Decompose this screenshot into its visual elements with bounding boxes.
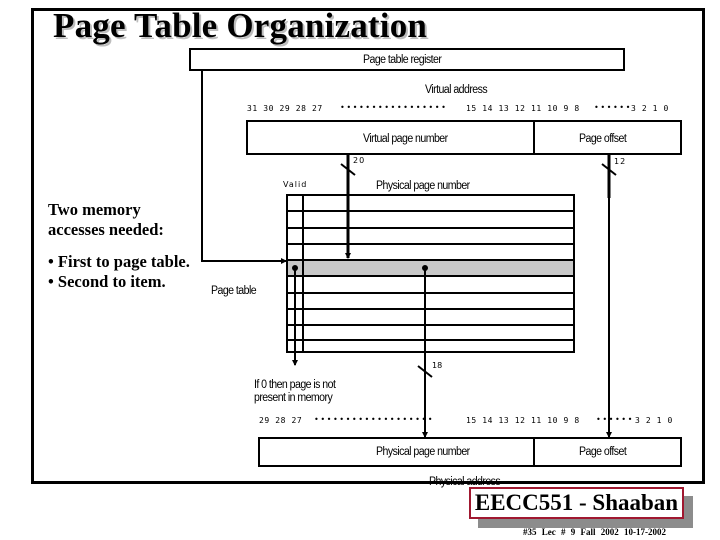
pa-bits-dots-left: ••••••••••••••••••• <box>314 415 435 424</box>
va-bits-dots-right: •••••• <box>594 103 632 112</box>
invalid-note-line1: If 0 then page is not <box>254 379 336 391</box>
course-brand: EECC551 - Shaaban <box>469 487 684 519</box>
notes-bullet2: • Second to item. <box>48 272 166 291</box>
offset-width-label: 12 <box>614 157 627 166</box>
pa-bits-middle: 15 14 13 12 11 10 9 8 <box>466 416 580 425</box>
virtual-address-label: Virtual address <box>425 84 488 96</box>
memory-access-notes: Two memory accesses needed: • First to p… <box>48 200 190 292</box>
valid-column-label: Valid <box>283 180 308 189</box>
page-table-caption: Page table <box>211 285 257 297</box>
pa-bits-high: 29 28 27 <box>259 416 303 425</box>
va-bits-middle: 15 14 13 12 11 10 9 8 <box>466 104 580 113</box>
page-table-highlight-row <box>287 260 574 276</box>
slide-footer: #35 Lec # 9 Fall 2002 10-17-2002 <box>523 527 666 537</box>
va-page-offset-label: Page offset <box>579 133 627 145</box>
virtual-page-number-label: Virtual page number <box>363 133 448 145</box>
pa-bits-dots-right: •••••• <box>596 415 634 424</box>
notes-bullet1: • First to page table. <box>48 252 190 271</box>
pa-page-offset-label: Page offset <box>579 446 627 458</box>
page-table-grid <box>286 194 575 353</box>
va-bits-high: 31 30 29 28 27 <box>247 104 323 113</box>
va-bits-low: 3 2 1 0 <box>631 104 669 113</box>
notes-line2: accesses needed: <box>48 220 164 239</box>
ppn-width-label: 18 <box>432 361 443 370</box>
vpn-width-label: 20 <box>353 156 366 165</box>
va-bits-dots-left: ••••••••••••••••• <box>340 103 448 112</box>
notes-line1: Two memory <box>48 200 141 219</box>
page-table-register-label: Page table register <box>363 54 442 66</box>
physical-page-number-column-label: Physical page number <box>376 180 470 192</box>
pa-bits-low: 3 2 1 0 <box>635 416 673 425</box>
invalid-note-line2: present in memory <box>254 392 333 404</box>
register-to-table-line <box>201 70 287 264</box>
pa-physical-page-number-label: Physical page number <box>376 446 470 458</box>
